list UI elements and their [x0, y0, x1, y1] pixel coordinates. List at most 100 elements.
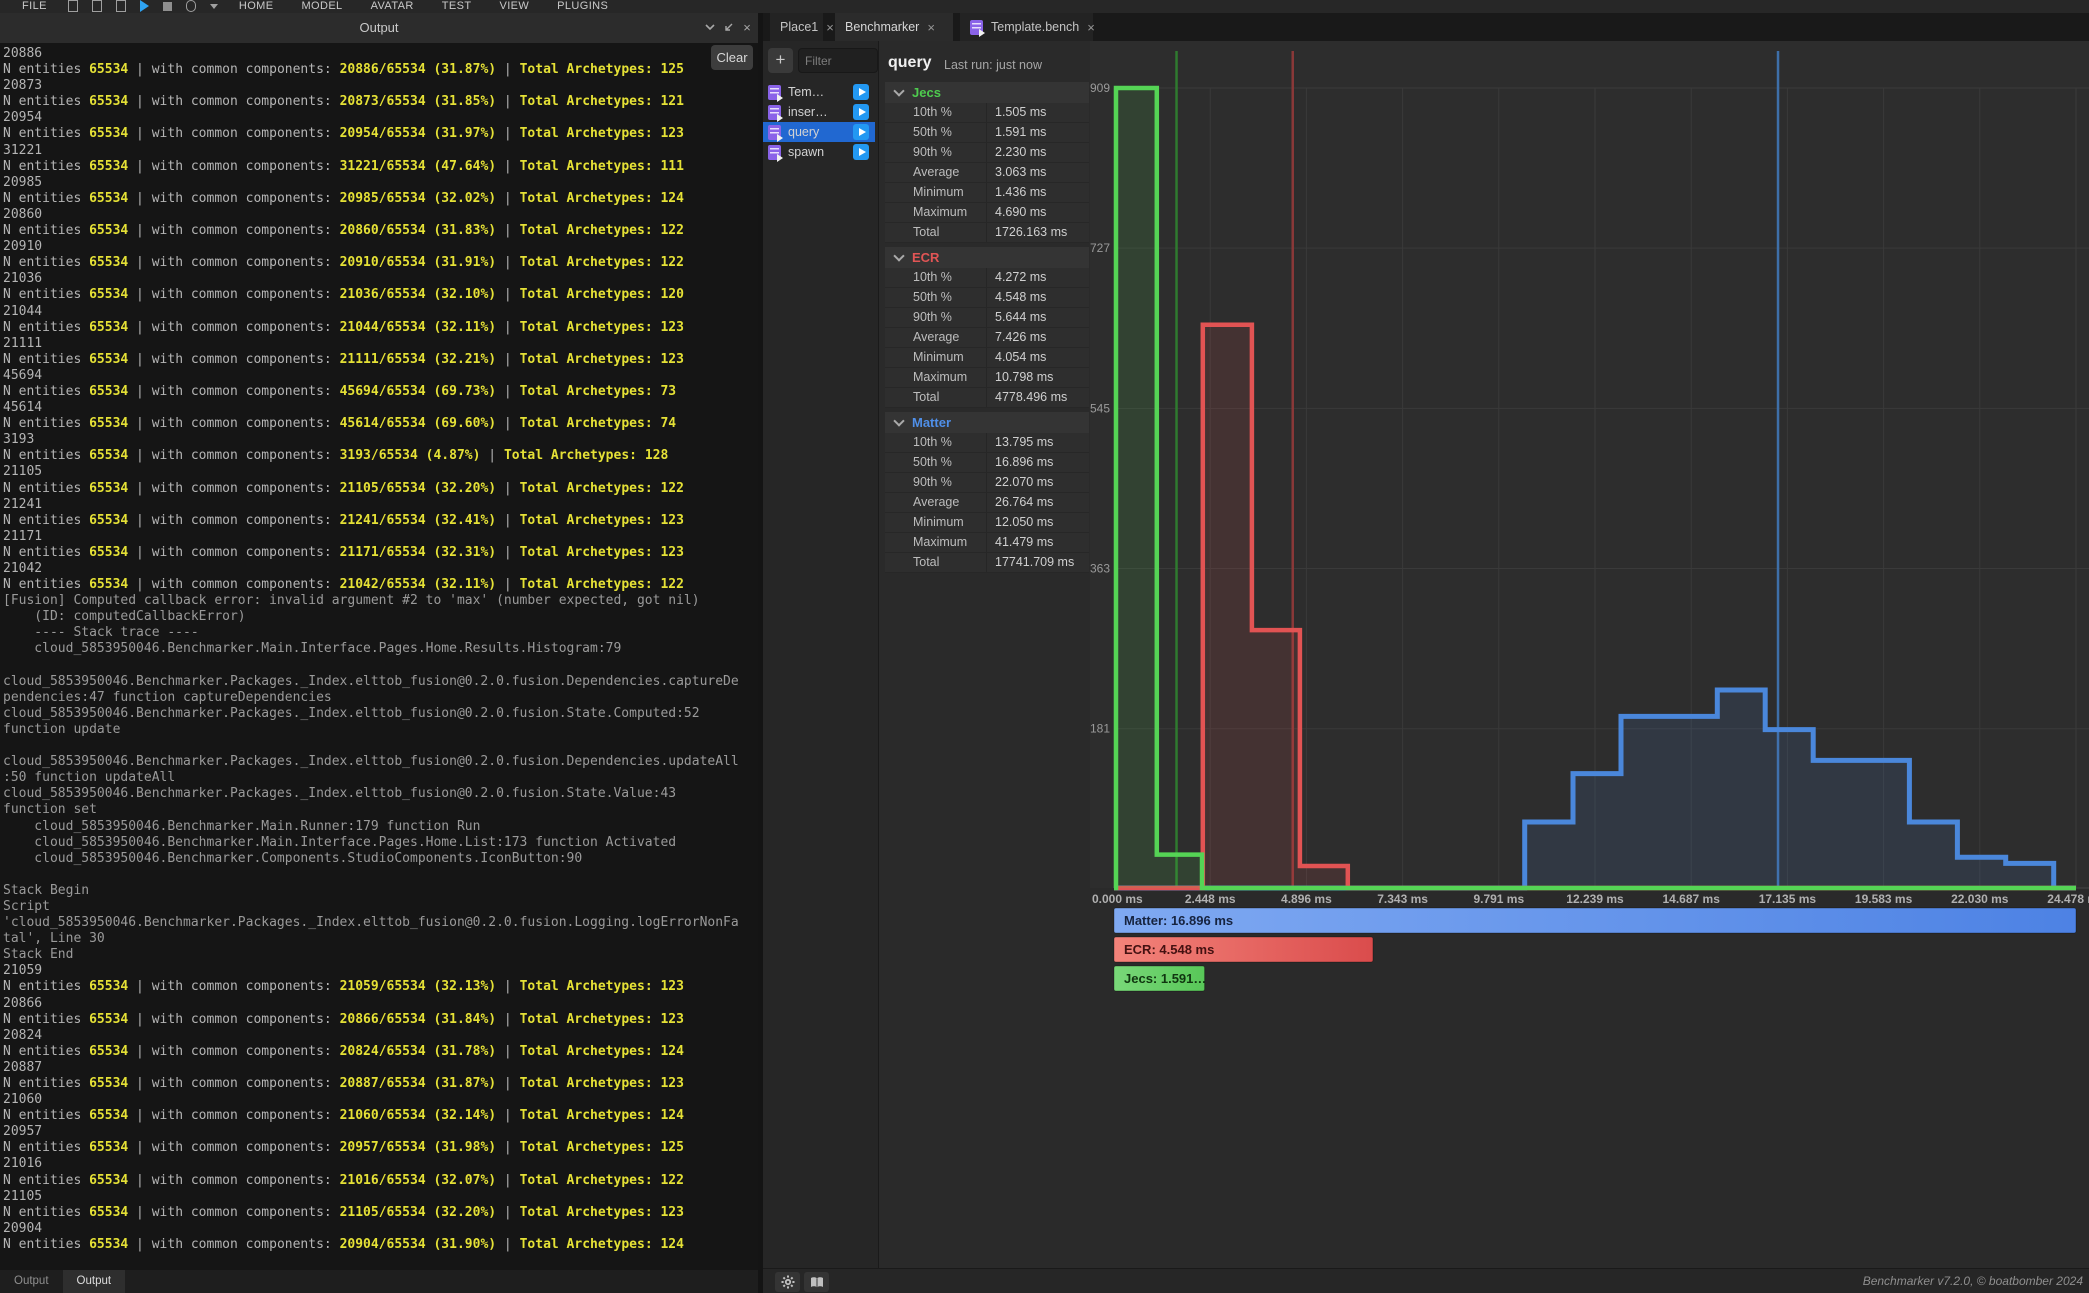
stat-label: Total [885, 553, 987, 572]
redo-dropdown-icon[interactable] [210, 4, 218, 9]
stop-icon[interactable] [163, 2, 172, 11]
run-button[interactable] [853, 84, 869, 100]
log-line: 3193 [3, 432, 739, 448]
legend-label: Matter: 16.896 ms [1124, 913, 1233, 928]
x-tick-label: 9.791 ms [1473, 892, 1524, 906]
add-benchmark-button[interactable]: + [768, 48, 793, 73]
log-line: 20904 [3, 1221, 739, 1237]
gear-icon [781, 1275, 795, 1289]
stat-value: 41.479 ms [987, 533, 1053, 552]
log-line: cloud_5853950046.Benchmarker.Components.… [3, 851, 739, 867]
stats-row: 10th %13.795 ms [885, 433, 1089, 453]
save-icon[interactable] [116, 0, 126, 12]
stat-label: Average [885, 163, 987, 182]
play-icon[interactable] [140, 0, 149, 12]
stat-value: 4778.496 ms [987, 388, 1067, 407]
menu-model[interactable]: MODEL [287, 0, 356, 12]
log-line: N entities 65534 | with common component… [3, 126, 739, 142]
section-header-matter[interactable]: Matter [885, 412, 1089, 433]
chevron-down-icon[interactable] [703, 21, 717, 35]
close-icon[interactable]: × [1087, 20, 1095, 35]
section-name: Jecs [912, 85, 941, 100]
chevron-down-icon [893, 250, 904, 261]
stat-label: 10th % [885, 268, 987, 287]
popout-icon[interactable] [722, 21, 736, 35]
new-file-icon[interactable] [68, 0, 78, 12]
run-button[interactable] [853, 104, 869, 120]
stats-table: Jecs10th %1.505 ms50th %1.591 ms90th %2.… [885, 82, 1089, 573]
filter-input[interactable] [798, 48, 878, 73]
log-line: 20886 [3, 46, 739, 62]
x-tick-label: 17.135 ms [1759, 892, 1817, 906]
script-icon [768, 105, 781, 120]
section-header-ecr[interactable]: ECR [885, 247, 1089, 268]
list-item-insert[interactable]: inser… [763, 102, 875, 122]
output-console[interactable]: 20886N entities 65534 | with common comp… [0, 43, 758, 1270]
log-line: N entities 65534 | with common component… [3, 94, 739, 110]
log-line: tal', Line 30 [3, 931, 739, 947]
stat-label: 50th % [885, 453, 987, 472]
stat-value: 12.050 ms [987, 513, 1053, 532]
stat-label: Total [885, 223, 987, 242]
settings-button[interactable] [775, 1272, 800, 1292]
log-line: cloud_5853950046.Benchmarker.Packages._I… [3, 754, 739, 770]
close-icon[interactable]: × [927, 20, 935, 35]
run-button[interactable] [853, 124, 869, 140]
log-line [3, 738, 739, 754]
close-icon[interactable]: × [740, 21, 754, 35]
log-line: 21036 [3, 271, 739, 287]
menu-test[interactable]: TEST [428, 0, 486, 12]
list-item-template[interactable]: Tem… [763, 82, 875, 102]
stat-label: 50th % [885, 288, 987, 307]
log-line [3, 658, 739, 674]
log-line: N entities 65534 | with common component… [3, 62, 739, 78]
x-tick-label: 0.000 ms [1092, 892, 1143, 906]
y-tick-label: 545 [1090, 401, 1110, 415]
section-header-jecs[interactable]: Jecs [885, 82, 1089, 103]
tab-place1[interactable]: Place1 × [770, 13, 823, 41]
menu-avatar[interactable]: AVATAR [357, 0, 428, 12]
menu-file[interactable]: FILE [8, 0, 61, 12]
script-icon [768, 145, 781, 160]
tab-output-1[interactable]: Output [0, 1270, 63, 1293]
log-line: cloud_5853950046.Benchmarker.Packages._I… [3, 786, 739, 802]
list-item-label: spawn [788, 145, 824, 159]
stat-value: 4.272 ms [987, 268, 1046, 287]
menu-home[interactable]: HOME [225, 0, 288, 12]
close-icon[interactable]: × [826, 20, 834, 35]
log-line: 45614 [3, 400, 739, 416]
log-line: Stack End [3, 947, 739, 963]
docs-button[interactable] [804, 1272, 829, 1292]
log-line: 'cloud_5853950046.Benchmarker.Packages._… [3, 915, 739, 931]
log-line: (ID: computedCallbackError) [3, 609, 739, 625]
x-tick-label: 14.687 ms [1663, 892, 1721, 906]
log-line: [Fusion] Computed callback error: invali… [3, 593, 739, 609]
log-line: 20824 [3, 1028, 739, 1044]
log-line: N entities 65534 | with common component… [3, 979, 739, 995]
list-item-spawn[interactable]: spawn [763, 142, 875, 162]
output-panel-header: Output × [0, 13, 758, 44]
stat-value: 16.896 ms [987, 453, 1053, 472]
list-item-query[interactable]: query [763, 122, 875, 142]
run-button[interactable] [853, 144, 869, 160]
tab-template-bench[interactable]: Template.bench × [960, 13, 1093, 41]
stat-label: 90th % [885, 473, 987, 492]
stats-row: Average26.764 ms [885, 493, 1089, 513]
y-tick-label: 181 [1090, 722, 1110, 736]
log-line: N entities 65534 | with common component… [3, 1044, 739, 1060]
tab-benchmarker[interactable]: Benchmarker × [835, 13, 953, 41]
menu-view[interactable]: VIEW [485, 0, 543, 12]
open-file-icon[interactable] [92, 0, 102, 12]
stat-label: Minimum [885, 513, 987, 532]
stat-value: 10.798 ms [987, 368, 1053, 387]
menu-plugins[interactable]: PLUGINS [543, 0, 622, 12]
log-line: 20910 [3, 239, 739, 255]
clear-button[interactable]: Clear [711, 45, 753, 70]
tab-output-2[interactable]: Output [63, 1270, 126, 1293]
stat-value: 1.505 ms [987, 103, 1046, 122]
undo-icon[interactable] [186, 0, 196, 12]
log-line [3, 867, 739, 883]
stat-value: 22.070 ms [987, 473, 1053, 492]
stat-value: 4.054 ms [987, 348, 1046, 367]
stat-value: 4.548 ms [987, 288, 1046, 307]
